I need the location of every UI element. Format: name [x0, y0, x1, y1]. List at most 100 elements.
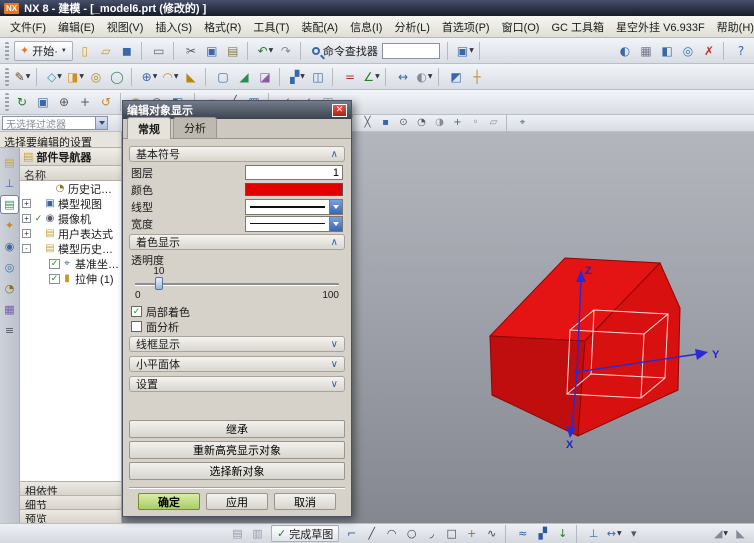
shell-button[interactable]: ▢ — [214, 68, 233, 86]
copy-button[interactable]: ▣ — [203, 42, 222, 60]
paste-button[interactable]: ▤ — [224, 42, 243, 60]
partial-shading-checkbox[interactable]: ✓ — [131, 306, 142, 317]
menu-item[interactable]: 装配(A) — [295, 16, 344, 38]
more-sketch-tools-button[interactable]: ▾ — [625, 525, 643, 542]
close-window-button[interactable]: ✗ — [700, 42, 719, 60]
finish-sketch-button[interactable]: ✓ 完成草图 — [271, 525, 339, 542]
midpoint-snap-button[interactable]: ╳ — [360, 116, 376, 131]
layer-input[interactable] — [245, 165, 343, 180]
cue-line-icon[interactable]: ▤ — [229, 525, 247, 542]
menu-item[interactable]: 视图(V) — [101, 16, 150, 38]
tree-expander[interactable]: - — [22, 244, 31, 253]
tree-expander[interactable]: + — [22, 229, 31, 238]
tree-expander[interactable] — [38, 259, 47, 268]
quadrant-snap-button[interactable]: ◑ — [432, 116, 448, 131]
undo-button[interactable]: ↶▼ — [256, 42, 275, 60]
group-basic-symbols[interactable]: 基本符号 ∧ — [129, 146, 345, 162]
menu-item[interactable]: 插入(S) — [149, 16, 198, 38]
tree-checkbox[interactable]: ✓ — [49, 259, 60, 269]
cut-button[interactable]: ✂ — [182, 42, 201, 60]
solid-body[interactable] — [490, 258, 680, 436]
tab-general[interactable]: 常规 — [127, 117, 171, 139]
zoom-button[interactable]: ⊕ — [55, 93, 74, 111]
select-new-object-button[interactable]: 选择新对象 — [129, 462, 345, 480]
line-button[interactable]: ╱ — [363, 525, 381, 542]
status-line-icon[interactable]: ▥ — [249, 525, 267, 542]
transparency-thumb[interactable] — [155, 277, 163, 290]
history-palette-icon[interactable]: ◔ — [1, 280, 18, 297]
name-column-header[interactable]: 名称 — [20, 166, 121, 181]
profile-button[interactable]: ⌐ — [343, 525, 361, 542]
existing-point-snap-button[interactable]: + — [450, 116, 466, 131]
datum-plane-button[interactable]: ◇▼ — [45, 68, 64, 86]
section-dependencies[interactable]: 相依性 — [20, 481, 121, 495]
tree-item-cameras[interactable]: + ✓ ◉ 摄像机 — [20, 211, 121, 226]
point-button[interactable]: + — [463, 525, 481, 542]
tree-item-extrude-1[interactable]: ✓ ▮ 拉伸 (1) — [20, 271, 121, 286]
reuse-library-icon[interactable]: ✦ — [1, 217, 18, 234]
redo-button[interactable]: ↷ — [277, 42, 296, 60]
window-button[interactable]: ▣▼ — [456, 42, 475, 60]
command-finder-input[interactable] — [382, 43, 440, 59]
pattern-feature-button[interactable]: ▞▼ — [288, 68, 307, 86]
ok-button[interactable]: 确定 — [138, 493, 200, 510]
control-point-snap-button[interactable]: ▪ — [378, 116, 394, 131]
snap-point-options-button[interactable]: ◢▼ — [712, 525, 730, 542]
mirror-feature-button[interactable]: ◫ — [309, 68, 328, 86]
menu-item[interactable]: GC 工具箱 — [545, 16, 610, 38]
new-button[interactable]: ▯ — [76, 42, 95, 60]
edge-blend-button[interactable]: ◠▼ — [161, 68, 180, 86]
draft-button[interactable]: ◢ — [235, 68, 254, 86]
arc-center-snap-button[interactable]: ◔ — [414, 116, 430, 131]
group-shaded-display[interactable]: 着色显示 ∧ — [129, 234, 345, 250]
extrude-button[interactable]: ◨▼ — [66, 68, 85, 86]
chamfer-button[interactable]: ◣ — [182, 68, 201, 86]
rehighlight-button[interactable]: 重新高亮显示对象 — [129, 441, 345, 459]
combo-arrow-button[interactable] — [95, 117, 107, 129]
fit-view-button[interactable]: ▣ — [34, 93, 53, 111]
cancel-button[interactable]: 取消 — [274, 493, 336, 510]
toolbar-grip[interactable] — [5, 68, 9, 86]
tree-expander[interactable]: + — [22, 199, 31, 208]
expression-button[interactable]: = — [341, 68, 360, 86]
system-materials-icon[interactable]: ▦ — [1, 301, 18, 318]
linetype-dropdown[interactable] — [245, 199, 343, 215]
layer-settings-button[interactable]: ▦ — [637, 42, 656, 60]
tree-expander[interactable] — [38, 274, 47, 283]
hd3d-tools-icon[interactable]: ◉ — [1, 238, 18, 255]
unite-button[interactable]: ⊕▼ — [140, 68, 159, 86]
open-button[interactable]: ▱ — [97, 42, 116, 60]
arc-button[interactable]: ◠ — [383, 525, 401, 542]
menu-item[interactable]: 信息(I) — [344, 16, 388, 38]
constraint-navigator-icon[interactable]: ⊥ — [1, 175, 18, 192]
section-preview[interactable]: 预览 — [20, 509, 121, 523]
group-facet-body[interactable]: 小平面体 ∨ — [129, 356, 345, 372]
orient-view-button[interactable]: ◧ — [658, 42, 677, 60]
web-browser-icon[interactable]: ◎ — [1, 259, 18, 276]
tree-item-history-mode[interactable]: ◔ 历史记录模式 — [20, 181, 121, 196]
show-hide-button[interactable]: ◎ — [679, 42, 698, 60]
menu-item[interactable]: 格式(R) — [198, 16, 247, 38]
apply-button[interactable]: 应用 — [206, 493, 268, 510]
section-view-button[interactable]: ◩ — [447, 68, 466, 86]
print-button[interactable]: ▭ — [150, 42, 169, 60]
project-curve-button[interactable]: ↓ — [554, 525, 572, 542]
trim-body-button[interactable]: ◪ — [256, 68, 275, 86]
menu-item[interactable]: 工具(T) — [247, 16, 295, 38]
save-button[interactable]: ◼ — [118, 42, 137, 60]
section-details[interactable]: 细节 — [20, 495, 121, 509]
circle-button[interactable]: ○ — [403, 525, 421, 542]
refresh-button[interactable]: ↻ — [13, 93, 32, 111]
revolve-button[interactable]: ◎ — [87, 68, 106, 86]
rotate-view-button[interactable]: ↺ — [97, 93, 116, 111]
inferred-dimensions-button[interactable]: ↔▼ — [605, 525, 623, 542]
menu-item[interactable]: 文件(F) — [4, 16, 52, 38]
studio-spline-button[interactable]: ∿ — [483, 525, 501, 542]
menu-item[interactable]: 首选项(P) — [436, 16, 496, 38]
tree-expander[interactable] — [32, 184, 41, 193]
type-filter-combo[interactable]: 无选择过滤器 — [2, 116, 108, 130]
menu-item[interactable]: 星空外挂 V6.933F — [610, 16, 711, 38]
width-dropdown[interactable] — [245, 216, 343, 232]
tree-item-model-views[interactable]: + ▣ 模型视图 — [20, 196, 121, 211]
color-swatch[interactable] — [245, 183, 343, 196]
